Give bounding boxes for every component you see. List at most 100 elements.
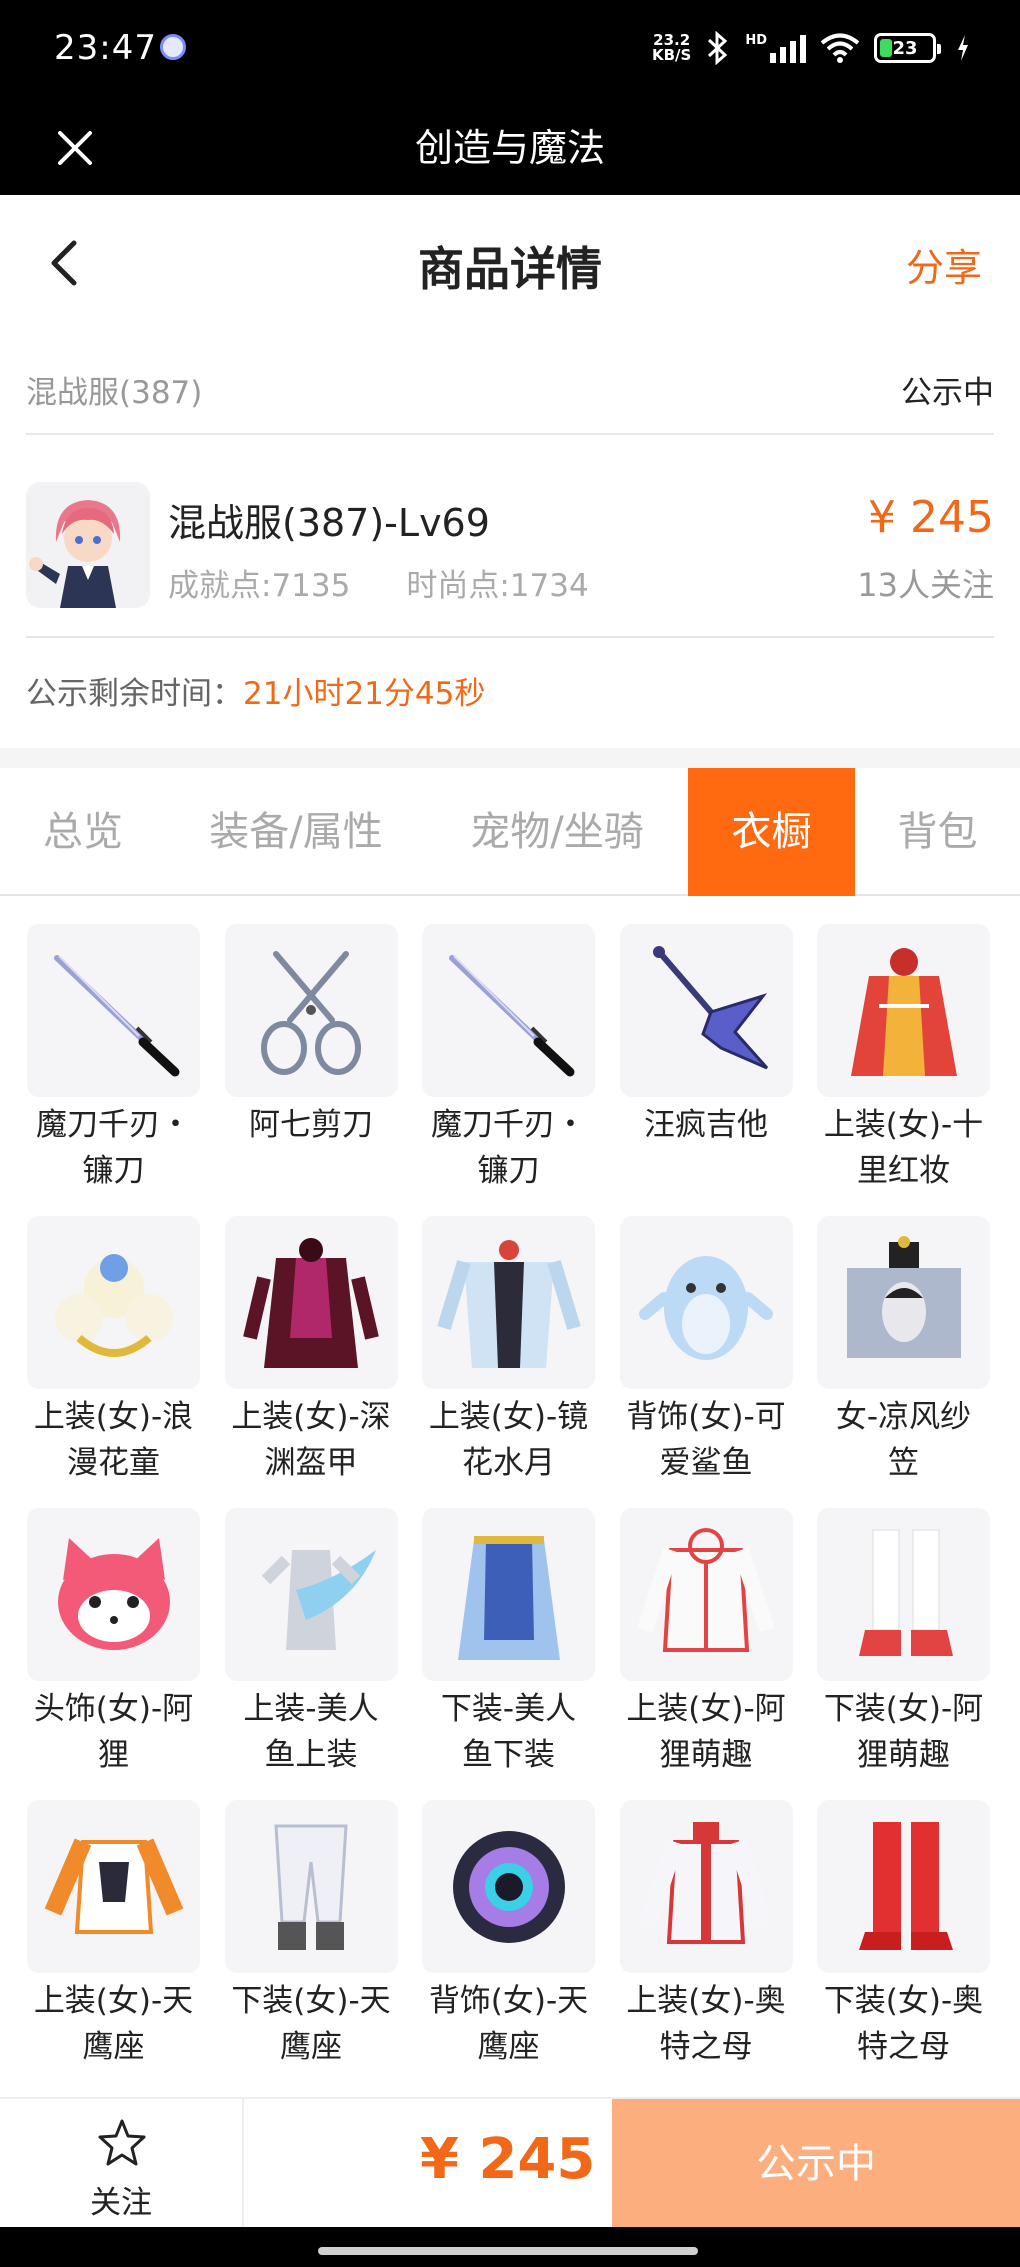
clock: 23:47 — [54, 28, 157, 68]
tab-backpack[interactable]: 背包 — [855, 768, 1020, 896]
wardrobe-item-label-line2: 花水月 — [462, 1445, 555, 1481]
wardrobe-item-label-line2: 漫花童 — [67, 1445, 160, 1481]
tab-wardrobe[interactable]: 衣橱 — [688, 768, 855, 896]
guitar-icon — [653, 945, 769, 1069]
wardrobe-item-thumbnail — [422, 1508, 595, 1681]
item-price: ¥ 245 — [868, 492, 994, 543]
follow-button[interactable]: 关注 — [0, 2099, 244, 2229]
notification-app-icon — [160, 34, 186, 60]
wardrobe-item-thumbnail — [27, 1800, 200, 1973]
publicity-status-button[interactable]: 公示中 — [612, 2099, 1020, 2229]
wardrobe-item-label-line2: 狸萌趣 — [659, 1737, 753, 1773]
wardrobe-item[interactable]: 上装(女)-天 鹰座 — [27, 1800, 200, 2092]
wardrobe-item-label: 上装(女)-阿 狸萌趣 — [610, 1686, 803, 1778]
orange-jacket-icon — [44, 1837, 183, 1934]
red-boots-icon — [858, 1821, 953, 1950]
battery-icon: 23 — [874, 33, 941, 63]
remaining-time-value: 21小时21分45秒 — [243, 676, 486, 712]
wardrobe-item-label: 下装(女)-天 鹰座 — [215, 1978, 408, 2070]
wardrobe-grid: 魔刀千刃・ 镰刀 阿七剪刀 魔刀千刃・ 镰刀 汪疯吉他 上装(女)-十 里红妆 上装(女)-浪漫… — [27, 924, 1002, 2094]
wardrobe-item[interactable]: 下装(女)-天 鹰座 — [224, 1800, 398, 2092]
wardrobe-item[interactable]: 女-凉风纱笠 — [817, 1216, 990, 1508]
wardrobe-item-label-line1: 上装(女)-奥 — [626, 1983, 786, 2019]
wardrobe-item-label-line2: 镰刀 — [82, 1153, 145, 1189]
wardrobe-item[interactable]: 上装(女)-奥 特之母 — [619, 1800, 793, 2092]
wardrobe-item-label: 上装-美人 鱼上装 — [215, 1686, 408, 1778]
wardrobe-item-label-line2: 渊盔甲 — [264, 1445, 358, 1481]
server-name: 混战服(387) — [26, 374, 203, 411]
wardrobe-item-thumbnail — [27, 924, 200, 1097]
wardrobe-item-thumbnail — [224, 924, 398, 1097]
wardrobe-item-label-line1: 汪疯吉他 — [644, 1107, 768, 1143]
wardrobe-item-thumbnail — [27, 1216, 200, 1389]
wardrobe-item-label: 阿七剪刀 — [215, 1102, 408, 1148]
wardrobe-item-label: 上装(女)-奥 特之母 — [610, 1978, 803, 2070]
wardrobe-item-thumbnail — [224, 1216, 398, 1389]
wardrobe-item[interactable]: 上装(女)-十 里红妆 — [817, 924, 990, 1216]
wardrobe-item[interactable]: 上装(女)-深 渊盔甲 — [224, 1216, 398, 1508]
wardrobe-item-label-line1: 上装(女)-深 — [231, 1399, 391, 1435]
wardrobe-item[interactable]: 上装-美人 鱼上装 — [224, 1508, 398, 1800]
wardrobe-item-label: 魔刀千刃・ 镰刀 — [412, 1102, 605, 1194]
app-title-bar: 创造与魔法 — [0, 95, 1020, 195]
fox-head-icon — [57, 1537, 170, 1650]
home-gesture-handle[interactable] — [318, 2247, 698, 2255]
wardrobe-item-label-line2: 鹰座 — [477, 2029, 540, 2065]
wardrobe-item-label-line2: 里红妆 — [857, 1153, 950, 1189]
star-backpack-icon — [452, 1830, 565, 1943]
wardrobe-item[interactable]: 上装(女)-阿 狸萌趣 — [619, 1508, 793, 1800]
wardrobe-item-thumbnail — [817, 1508, 990, 1681]
wardrobe-item[interactable]: 下装(女)-奥 特之母 — [817, 1800, 990, 2092]
wardrobe-item-label-line2: 鹰座 — [280, 2029, 342, 2065]
wardrobe-item-label: 上装(女)-天 鹰座 — [27, 1978, 210, 2070]
fashion-points: 时尚点:1734 — [406, 568, 589, 604]
red-white-top-icon — [638, 1821, 774, 1944]
item-summary: 混战服(387)-Lv69 成就点:7135 时尚点:1734 ¥ 245 13… — [26, 460, 994, 638]
character-avatar-icon — [29, 500, 121, 608]
wardrobe-item-label-line1: 上装(女)-镜 — [428, 1399, 589, 1435]
tab-bar: 总览 装备/属性 宠物/坐骑 衣橱 背包 — [0, 768, 1020, 896]
wardrobe-item[interactable]: 下装-美人 鱼下装 — [422, 1508, 595, 1800]
wardrobe-item[interactable]: 阿七剪刀 — [224, 924, 398, 1216]
wardrobe-item[interactable]: 下装(女)-阿 狸萌趣 — [817, 1508, 990, 1800]
wardrobe-item-label-line2: 鱼下装 — [462, 1737, 555, 1773]
boots-icon — [858, 1529, 953, 1656]
wardrobe-item[interactable]: 汪疯吉他 — [619, 924, 793, 1216]
remaining-time: 公示剩余时间：21小时21分45秒 — [26, 668, 485, 713]
cellular-signal: HD — [745, 33, 806, 63]
wardrobe-item[interactable]: 上装(女)-镜 花水月 — [422, 1216, 595, 1508]
wardrobe-item[interactable]: 魔刀千刃・ 镰刀 — [422, 924, 595, 1216]
wifi-icon — [820, 33, 860, 63]
page-title: 商品详情 — [418, 242, 602, 296]
wardrobe-item-label: 下装(女)-阿 狸萌趣 — [807, 1686, 1000, 1778]
status-badge: 公示中 — [901, 374, 994, 411]
wardrobe-item-label: 上装(女)-浪 漫花童 — [27, 1394, 210, 1486]
red-robe-icon — [850, 947, 957, 1076]
item-stats: 成就点:7135 时尚点:1734 — [168, 560, 589, 605]
wardrobe-item-label-line1: 下装(女)-天 — [231, 1983, 391, 2019]
wardrobe-item[interactable]: 背饰(女)-天 鹰座 — [422, 1800, 595, 2092]
tab-pets-mounts[interactable]: 宠物/坐骑 — [426, 768, 688, 896]
share-button[interactable]: 分享 — [906, 237, 982, 292]
mermaid-skirt-icon — [457, 1535, 560, 1660]
mermaid-top-icon — [261, 1549, 376, 1650]
wardrobe-item[interactable]: 上装(女)-浪 漫花童 — [27, 1216, 200, 1508]
tab-equipment[interactable]: 装备/属性 — [166, 768, 426, 896]
white-pants-icon — [274, 1824, 348, 1950]
tab-overview[interactable]: 总览 — [0, 768, 166, 896]
wardrobe-item-label: 背饰(女)-天 鹰座 — [412, 1978, 605, 2070]
hoodie-icon — [637, 1527, 775, 1652]
dark-armor-icon — [243, 1237, 379, 1368]
signal-bars-icon — [770, 33, 806, 63]
wardrobe-item-label: 背饰(女)-可 爱鲨鱼 — [610, 1394, 803, 1486]
wardrobe-item[interactable]: 魔刀千刃・ 镰刀 — [27, 924, 200, 1216]
wardrobe-item-thumbnail — [422, 924, 595, 1097]
wardrobe-item-thumbnail — [619, 1800, 793, 1973]
wardrobe-item-thumbnail — [817, 1800, 990, 1973]
wardrobe-item[interactable]: 背饰(女)-可 爱鲨鱼 — [619, 1216, 793, 1508]
wardrobe-item-label: 汪疯吉他 — [610, 1102, 803, 1148]
wardrobe-item-label-line2: 鹰座 — [82, 2029, 145, 2065]
bottom-price: ¥ 245 — [420, 2127, 596, 2192]
veil-hat-icon — [846, 1235, 961, 1358]
wardrobe-item[interactable]: 头饰(女)-阿狸 — [27, 1508, 200, 1800]
